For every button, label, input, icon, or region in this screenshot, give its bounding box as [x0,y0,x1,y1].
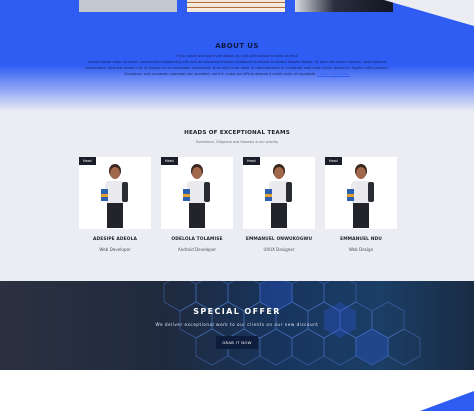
question-link[interactable]: I have a question. [317,72,349,76]
team-section: HEADS OF EXCEPTIONAL TEAMS Excellence, D… [0,130,474,252]
team-title: HEADS OF EXCEPTIONAL TEAMS [184,130,290,136]
member-photo: Head [325,157,397,229]
special-offer-section: SPECIAL OFFER We deliver exceptional wor… [0,281,474,370]
member-name: ODELOLA TOLAMISE [171,237,223,242]
head-badge: Head [79,157,96,165]
member-name: EMMANUEL NDU [340,237,382,242]
decorative-corner [384,0,474,26]
portfolio-thumbnail[interactable] [187,0,285,12]
team-card[interactable]: Head ADESIPE ADEOLA Web Developer [79,157,151,252]
portfolio-thumbnail[interactable] [295,0,393,12]
grab-it-now-button[interactable]: GRAB IT NOW [216,336,258,349]
about-section: ABOUT US If you want to know more about … [0,42,474,77]
decorative-corner [420,391,474,411]
person-image [265,164,292,228]
person-image [101,164,128,228]
member-role: Web Design [348,247,374,252]
team-card[interactable]: Head ODELOLA TOLAMISE Android Developer [161,157,233,252]
team-cards: Head ADESIPE ADEOLA Web Developer Head O… [79,157,397,252]
member-photo: Head [79,157,151,229]
member-role: Android Developer [177,247,217,252]
member-name: ADESIPE ADEOLA [93,237,137,242]
member-role: UI/UX Designer [263,247,295,252]
member-photo: Head [243,157,315,229]
team-card[interactable]: Head EMMANUEL NDU Web Design [325,157,397,252]
person-image [347,164,374,228]
about-lead: If you want to know more about us, just … [176,54,298,58]
offer-title: SPECIAL OFFER [193,307,281,316]
member-role: Web Developer [99,247,131,252]
footer-band [0,370,474,411]
about-title: ABOUT US [215,42,259,50]
head-badge: Head [325,157,342,165]
portfolio-thumbnail[interactable] [79,0,177,12]
member-photo: Head [161,157,233,229]
about-body: Lorem ipsum dolor sit amet, consectetur … [82,59,392,77]
team-card[interactable]: Head EMMANUEL ONWUKOGWU UI/UX Designer [243,157,315,252]
head-badge: Head [161,157,178,165]
portfolio-thumbnails [79,0,393,12]
head-badge: Head [243,157,260,165]
member-name: EMMANUEL ONWUKOGWU [245,237,313,242]
team-subtitle: Excellence, Diligence and Honesty is our… [195,140,279,144]
offer-text: We deliver exceptional work to our clien… [155,322,319,327]
person-image [183,164,210,228]
